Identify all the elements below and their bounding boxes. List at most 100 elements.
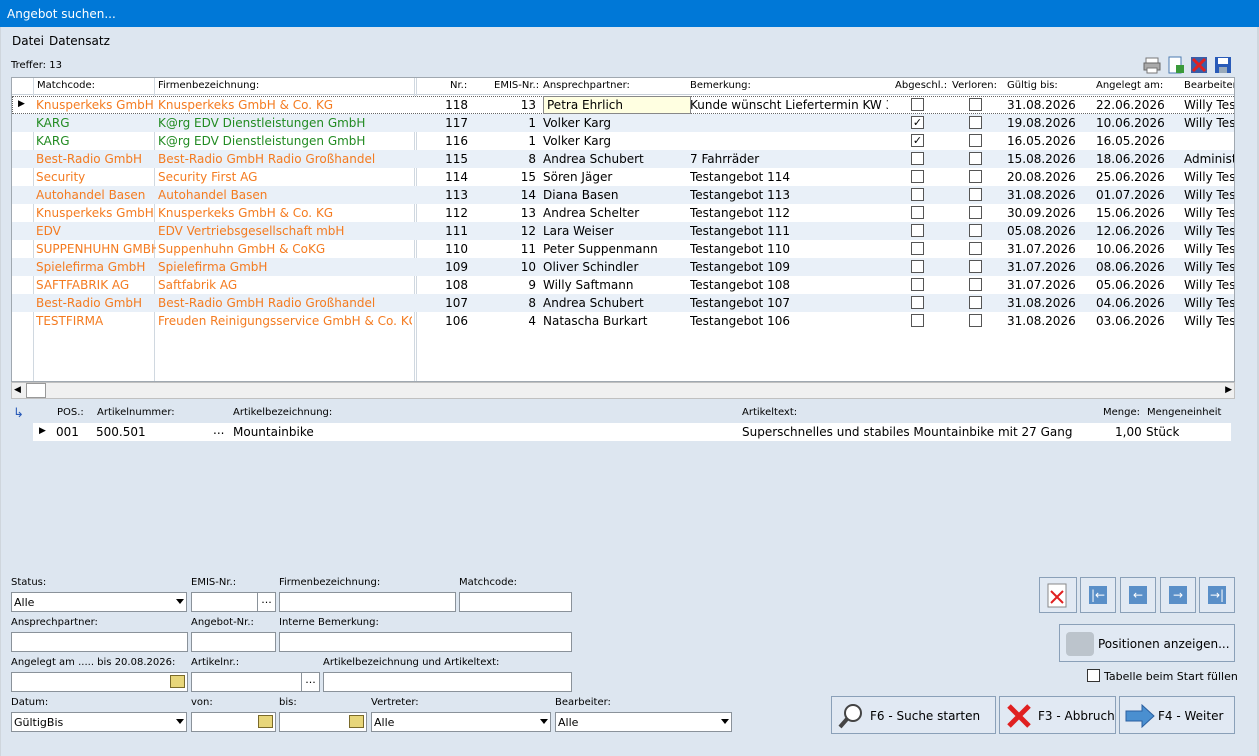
tabelle-checkbox[interactable] [1087, 669, 1100, 682]
checkbox-verloren[interactable] [969, 188, 982, 201]
artikeltext-input[interactable] [323, 672, 572, 692]
checkbox-abgeschl[interactable] [911, 296, 924, 309]
table-row[interactable]: Autohandel Basen Autohandel Basen 113 14 Dia… [12, 186, 1234, 204]
col-artbez[interactable]: Artikelbezeichnung: [233, 407, 332, 418]
calendar-icon[interactable] [170, 675, 185, 688]
checkbox-verloren[interactable] [969, 170, 982, 183]
horizontal-scrollbar[interactable]: ◀ ▶ [11, 382, 1235, 399]
vertreter-select[interactable]: Alle [371, 712, 551, 732]
checkbox-verloren[interactable] [969, 98, 982, 111]
cell-firma: Suppenhuhn GmbH & CoKG [158, 242, 326, 256]
firma-input[interactable] [279, 592, 456, 612]
cancel-button[interactable]: F3 - Abbruch [999, 696, 1116, 734]
col-bearbeiter[interactable]: Bearbeiter [1184, 80, 1234, 91]
checkbox-verloren[interactable] [969, 206, 982, 219]
col-bemerkung[interactable]: Bemerkung: [690, 80, 751, 91]
col-nr[interactable]: Nr.: [450, 80, 467, 91]
table-row[interactable]: EDV EDV Vertriebsgesellschaft mbH 111 12 Lar… [12, 222, 1234, 240]
emis-lookup-button[interactable]: ... [257, 593, 275, 611]
table-row[interactable]: Spielefirma GmbH Spielefirma GmbH 109 10 Oli… [12, 258, 1234, 276]
von-date-input[interactable] [191, 712, 276, 732]
prev-record-button[interactable]: ← [1120, 577, 1156, 613]
table-row[interactable]: SAFTFABRIK AG Saftfabrik AG 108 9 Willy Saft… [12, 276, 1234, 294]
checkbox-verloren[interactable] [969, 296, 982, 309]
table-row[interactable]: ▶ Knusperkeks GmbH Knusperkeks GmbH & Co. … [12, 96, 1234, 114]
table-row[interactable]: KARG K@rg EDV Dienstleistungen GmbH 117 1 Vo… [12, 114, 1234, 132]
checkbox-abgeschl[interactable] [911, 188, 924, 201]
table-row[interactable]: Best-Radio GmbH Best-Radio GmbH Radio Gro… [12, 294, 1234, 312]
checkbox-verloren[interactable] [969, 242, 982, 255]
export-icon[interactable] [1167, 56, 1185, 74]
artikelnr-input[interactable]: ... [191, 672, 320, 692]
checkbox-abgeschl[interactable] [911, 98, 924, 111]
scroll-left-icon[interactable]: ◀ [14, 385, 21, 395]
col-verloren[interactable]: Verloren: [952, 80, 997, 91]
col-pos[interactable]: POS.: [57, 407, 84, 418]
position-row[interactable]: ▶ 001 500.501 ... Mountainbike Superschn… [33, 423, 1231, 441]
table-row[interactable]: Best-Radio GmbH Best-Radio GmbH Radio Gro… [12, 150, 1234, 168]
matchcode-input[interactable] [459, 592, 572, 612]
col-emis[interactable]: EMIS-Nr.: [494, 80, 539, 91]
continue-button[interactable]: F4 - Weiter [1119, 696, 1235, 734]
checkbox-abgeschl[interactable] [911, 278, 924, 291]
artnr-lookup-button[interactable]: ... [213, 423, 224, 437]
col-matchcode[interactable]: Matchcode: [37, 80, 95, 91]
checkbox-abgeschl[interactable] [911, 224, 924, 237]
angelegt-date-input[interactable] [11, 672, 188, 692]
printer-icon[interactable] [1143, 56, 1161, 74]
clear-filter-button[interactable] [1039, 577, 1077, 613]
col-gueltig[interactable]: Gültig bis: [1007, 80, 1058, 91]
checkbox-abgeschl[interactable]: ✓ [911, 134, 924, 147]
cell-bemerkung: Testangebot 108 [690, 278, 790, 292]
datum-select[interactable]: GültigBis [11, 712, 187, 732]
col-einheit[interactable]: Mengeneinheit [1147, 407, 1221, 418]
angebotnr-input[interactable] [191, 632, 276, 652]
checkbox-abgeschl[interactable] [911, 242, 924, 255]
artikelnr-lookup-button[interactable]: ... [301, 673, 319, 691]
menu-datensatz[interactable]: Datensatz [49, 34, 110, 48]
bemerkung-input[interactable] [279, 632, 572, 652]
table-row[interactable]: Knusperkeks GmbH Knusperkeks GmbH & Co. K… [12, 204, 1234, 222]
table-row[interactable]: Security Security First AG 114 15 Sören Jäge… [12, 168, 1234, 186]
delete-icon[interactable] [1190, 56, 1208, 74]
col-firma[interactable]: Firmenbezeichnung: [158, 80, 259, 91]
checkbox-abgeschl[interactable] [911, 206, 924, 219]
save-icon[interactable] [1214, 56, 1232, 74]
checkbox-abgeschl[interactable] [911, 170, 924, 183]
calendar-icon[interactable] [258, 715, 273, 728]
last-record-button[interactable]: →| [1199, 577, 1235, 613]
positionen-button[interactable]: Positionen anzeigen... [1059, 624, 1235, 662]
ansprech-input[interactable] [11, 632, 188, 652]
table-row[interactable]: KARG K@rg EDV Dienstleistungen GmbH 116 1 Vo… [12, 132, 1234, 150]
col-angelegt[interactable]: Angelegt am: [1096, 80, 1163, 91]
menu-datei[interactable]: Datei [12, 34, 44, 48]
checkbox-verloren[interactable] [969, 134, 982, 147]
first-record-button[interactable]: |← [1080, 577, 1116, 613]
search-button[interactable]: F6 - Suche starten [831, 696, 996, 734]
checkbox-abgeschl[interactable] [911, 260, 924, 273]
emis-input[interactable]: ... [191, 592, 276, 612]
table-row[interactable]: SUPPENHUHN GMBH Suppenhuhn GmbH & CoKG 110… [12, 240, 1234, 258]
calendar-icon[interactable] [349, 715, 364, 728]
checkbox-abgeschl[interactable]: ✓ [911, 116, 924, 129]
checkbox-verloren[interactable] [969, 278, 982, 291]
col-ansprech[interactable]: Ansprechpartner: [543, 80, 630, 91]
scroll-thumb[interactable] [26, 383, 46, 398]
checkbox-verloren[interactable] [969, 116, 982, 129]
checkbox-abgeschl[interactable] [911, 314, 924, 327]
bearbeiter-select[interactable]: Alle [555, 712, 732, 732]
col-artnr[interactable]: Artikelnummer: [97, 407, 175, 418]
col-abgeschl[interactable]: Abgeschl.: [895, 80, 947, 91]
checkbox-abgeschl[interactable] [911, 152, 924, 165]
checkbox-verloren[interactable] [969, 224, 982, 237]
checkbox-verloren[interactable] [969, 314, 982, 327]
scroll-right-icon[interactable]: ▶ [1225, 385, 1232, 395]
table-row[interactable]: TESTFIRMA Freuden Reinigungsservice GmbH … [12, 312, 1234, 330]
next-record-button[interactable]: → [1160, 577, 1196, 613]
status-select[interactable]: Alle [11, 592, 187, 612]
checkbox-verloren[interactable] [969, 260, 982, 273]
checkbox-verloren[interactable] [969, 152, 982, 165]
bis-date-input[interactable] [279, 712, 367, 732]
col-arttext[interactable]: Artikeltext: [742, 407, 797, 418]
col-menge[interactable]: Menge: [1103, 407, 1140, 418]
